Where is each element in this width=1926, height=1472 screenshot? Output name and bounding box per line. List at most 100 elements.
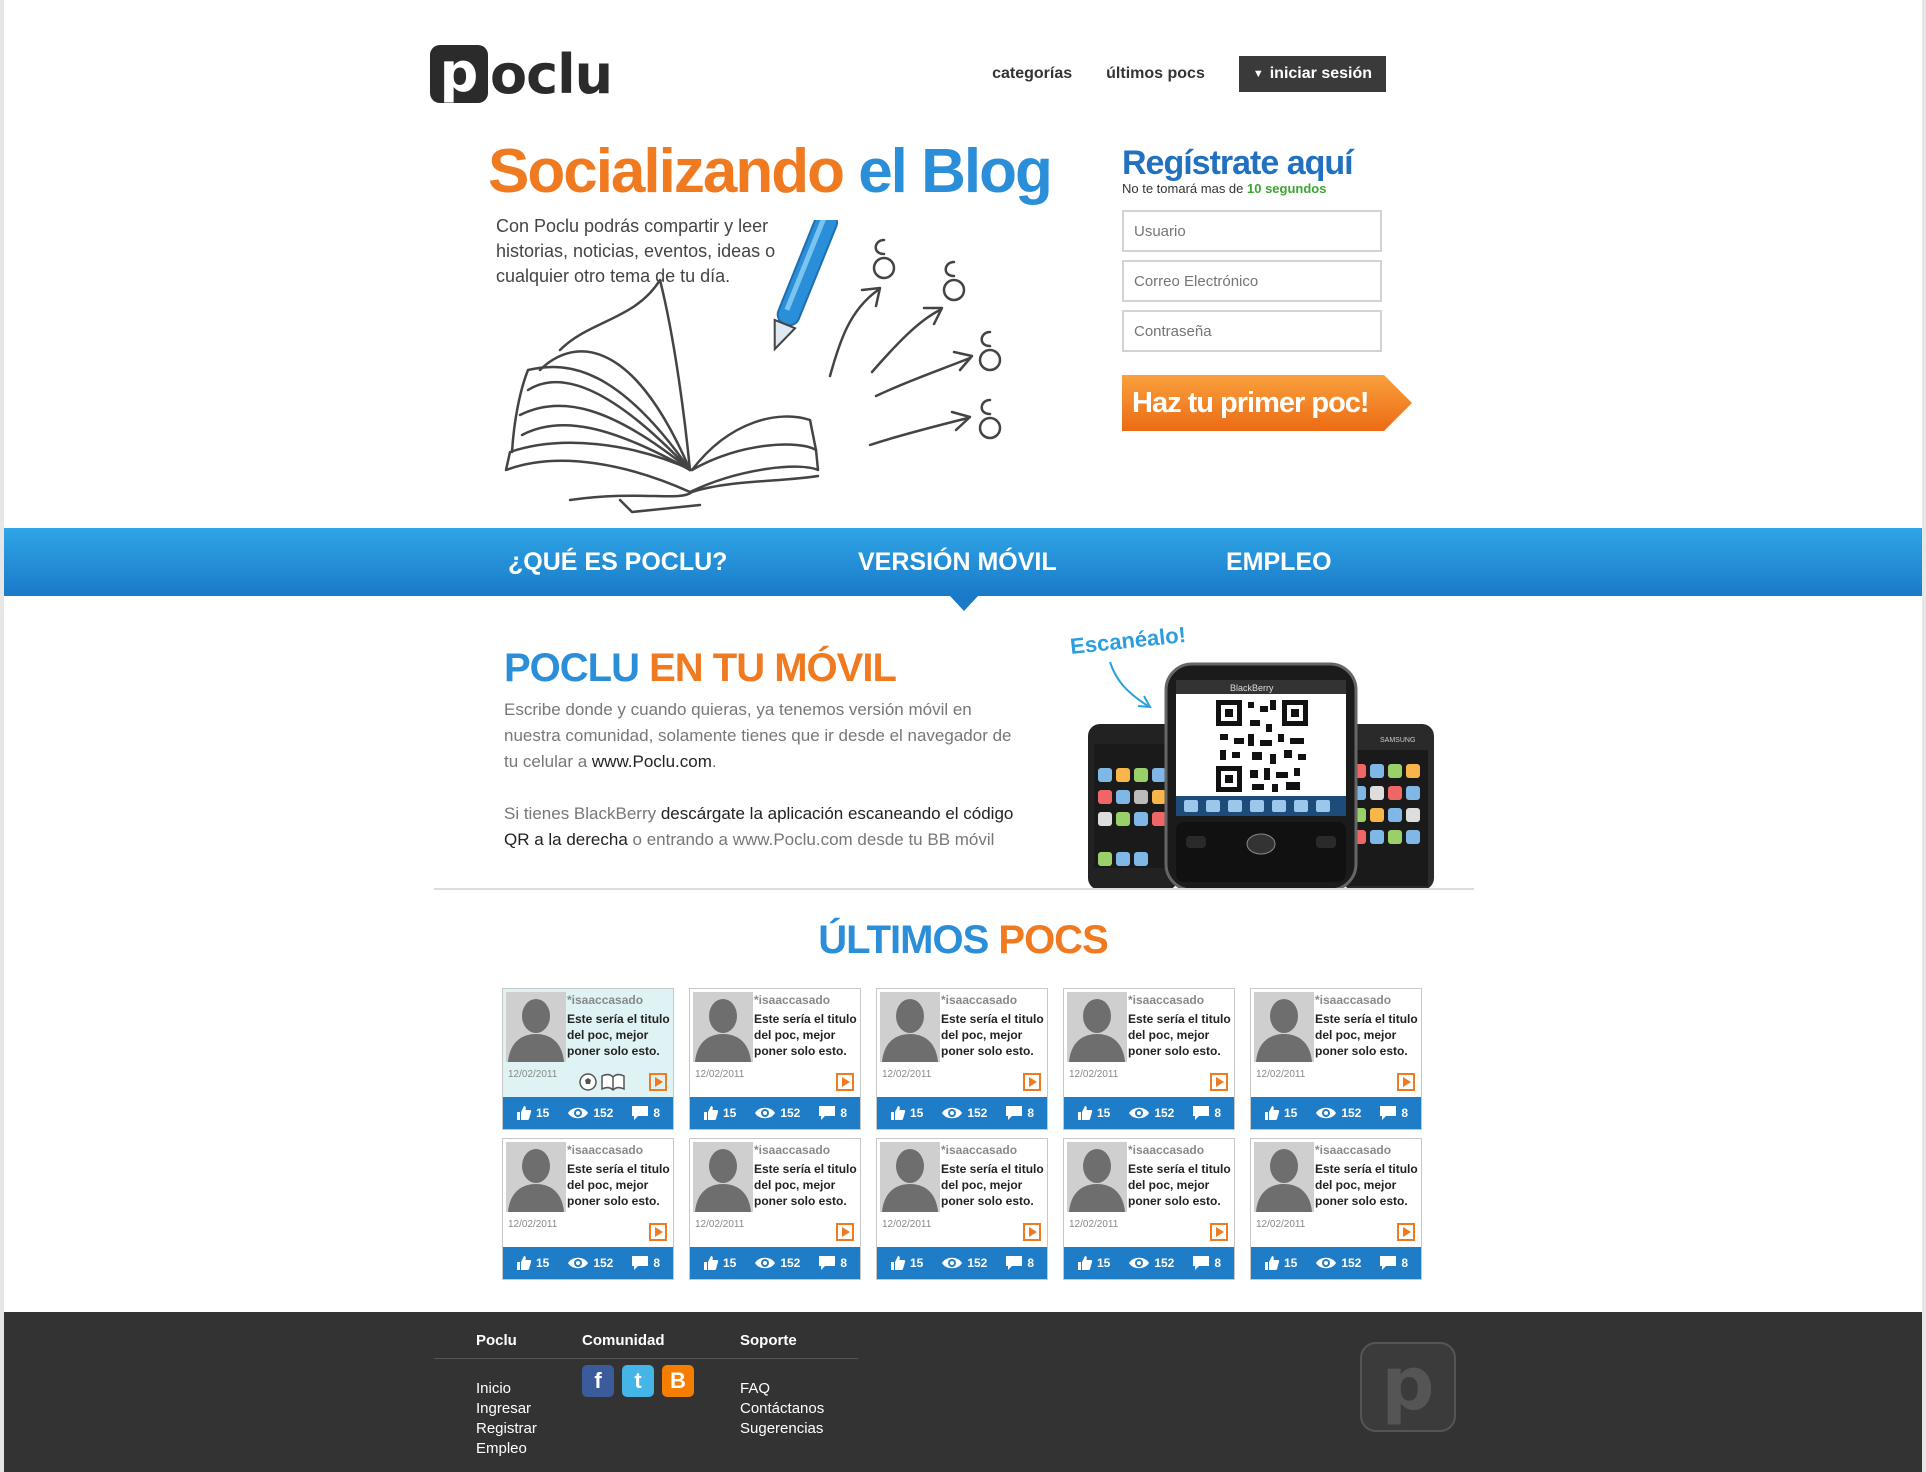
footer-logo[interactable]: p <box>1360 1342 1456 1432</box>
comments-stat[interactable]: 8 <box>1379 1255 1408 1271</box>
play-icon[interactable] <box>1023 1223 1041 1241</box>
poc-card[interactable]: *isaaccasado Este sería el titulo del po… <box>1250 1138 1422 1280</box>
poc-title[interactable]: Este sería el titulo del poc, mejor pone… <box>567 1011 671 1059</box>
tab-que-es-poclu[interactable]: ¿QUÉ ES POCLU? <box>508 548 727 577</box>
footer-link-sugerencias[interactable]: Sugerencias <box>740 1419 824 1439</box>
twitter-icon[interactable]: t <box>622 1365 654 1397</box>
poc-user[interactable]: *isaaccasado <box>567 1143 643 1157</box>
poc-user[interactable]: *isaaccasado <box>941 993 1017 1007</box>
poc-title[interactable]: Este sería el titulo del poc, mejor pone… <box>1128 1011 1232 1059</box>
poc-user[interactable]: *isaaccasado <box>754 1143 830 1157</box>
blogger-icon[interactable]: B <box>662 1365 694 1397</box>
nav-ultimos-pocs[interactable]: últimos pocs <box>1106 65 1205 83</box>
play-icon[interactable] <box>836 1223 854 1241</box>
poc-stats-bar: 15 152 8 <box>1064 1097 1234 1129</box>
poc-title[interactable]: Este sería el titulo del poc, mejor pone… <box>567 1161 671 1209</box>
eye-icon <box>1316 1257 1337 1269</box>
likes-stat[interactable]: 15 <box>890 1105 923 1121</box>
footer-link-inicio[interactable]: Inicio <box>476 1379 537 1399</box>
poc-title[interactable]: Este sería el titulo del poc, mejor pone… <box>1315 1161 1419 1209</box>
comments-stat[interactable]: 8 <box>631 1255 660 1271</box>
poc-user[interactable]: *isaaccasado <box>1315 1143 1391 1157</box>
comments-stat[interactable]: 8 <box>1005 1105 1034 1121</box>
poc-title[interactable]: Este sería el titulo del poc, mejor pone… <box>1128 1161 1232 1209</box>
poc-card[interactable]: *isaaccasado Este sería el titulo del po… <box>1063 988 1235 1130</box>
poc-card[interactable]: *isaaccasado Este sería el titulo del po… <box>876 1138 1048 1280</box>
play-icon[interactable] <box>1023 1073 1041 1091</box>
poc-card[interactable]: *isaaccasado Este sería el titulo del po… <box>876 988 1048 1130</box>
likes-stat[interactable]: 15 <box>890 1255 923 1271</box>
play-icon[interactable] <box>649 1073 667 1091</box>
likes-stat[interactable]: 15 <box>516 1255 549 1271</box>
likes-stat[interactable]: 15 <box>1077 1255 1110 1271</box>
footer-link-faq[interactable]: FAQ <box>740 1379 824 1399</box>
poc-user[interactable]: *isaaccasado <box>1128 993 1204 1007</box>
play-icon[interactable] <box>649 1223 667 1241</box>
likes-stat[interactable]: 15 <box>1264 1255 1297 1271</box>
nav-categorias[interactable]: categorías <box>992 65 1072 83</box>
views-stat: 152 <box>567 1106 613 1120</box>
poc-title[interactable]: Este sería el titulo del poc, mejor pone… <box>754 1161 858 1209</box>
login-button[interactable]: ▼ iniciar sesión <box>1238 56 1386 92</box>
poclu-logo[interactable]: p oclu <box>430 42 613 106</box>
poc-card-body: *isaaccasado Este sería el titulo del po… <box>1064 1139 1234 1247</box>
poclu-url-link[interactable]: www.Poclu.com <box>592 752 712 771</box>
poc-user[interactable]: *isaaccasado <box>941 1143 1017 1157</box>
poc-title[interactable]: Este sería el titulo del poc, mejor pone… <box>941 1011 1045 1059</box>
poc-card[interactable]: *isaaccasado Este sería el titulo del po… <box>689 1138 861 1280</box>
likes-stat[interactable]: 15 <box>703 1105 736 1121</box>
footer-link-ingresar[interactable]: Ingresar <box>476 1399 537 1419</box>
username-field[interactable] <box>1122 210 1382 252</box>
user-silhouette-icon <box>880 1142 940 1212</box>
poc-card[interactable]: *isaaccasado Este sería el titulo del po… <box>689 988 861 1130</box>
p1-end: . <box>711 752 717 771</box>
footer-link-empleo[interactable]: Empleo <box>476 1439 537 1459</box>
comments-stat[interactable]: 8 <box>1192 1105 1221 1121</box>
comments-stat[interactable]: 8 <box>818 1105 847 1121</box>
poc-title[interactable]: Este sería el titulo del poc, mejor pone… <box>1315 1011 1419 1059</box>
play-icon[interactable] <box>1210 1223 1228 1241</box>
views-stat: 152 <box>1128 1106 1174 1120</box>
play-icon[interactable] <box>836 1073 854 1091</box>
likes-stat[interactable]: 15 <box>703 1255 736 1271</box>
play-icon[interactable] <box>1397 1223 1415 1241</box>
poc-stats-bar: 15 152 8 <box>690 1247 860 1279</box>
eye-icon <box>755 1257 776 1269</box>
views-count: 152 <box>780 1106 801 1120</box>
comments-stat[interactable]: 8 <box>631 1105 660 1121</box>
poc-user[interactable]: *isaaccasado <box>1315 993 1391 1007</box>
eye-icon <box>1129 1107 1150 1119</box>
poc-user[interactable]: *isaaccasado <box>754 993 830 1007</box>
first-poc-button[interactable]: Haz tu primer poc! <box>1122 375 1412 431</box>
latest-title-part2: POCS <box>998 918 1108 962</box>
user-silhouette-icon <box>506 1142 566 1212</box>
email-field[interactable] <box>1122 260 1382 302</box>
password-field[interactable] <box>1122 310 1382 352</box>
phones-illustration: SAMSUNG BlackBerry <box>1088 661 1434 890</box>
likes-stat[interactable]: 15 <box>1077 1105 1110 1121</box>
comment-icon <box>632 1106 649 1120</box>
likes-stat[interactable]: 15 <box>1264 1105 1297 1121</box>
poc-card-body: *isaaccasado Este sería el titulo del po… <box>1064 989 1234 1097</box>
comments-stat[interactable]: 8 <box>818 1255 847 1271</box>
poc-card[interactable]: *isaaccasado Este sería el titulo del po… <box>1250 988 1422 1130</box>
play-icon[interactable] <box>1397 1073 1415 1091</box>
poc-card[interactable]: *isaaccasado Este sería el titulo del po… <box>502 1138 674 1280</box>
play-icon[interactable] <box>1210 1073 1228 1091</box>
footer-link-registrar[interactable]: Registrar <box>476 1419 537 1439</box>
poc-card[interactable]: *isaaccasado Este sería el titulo del po… <box>502 988 674 1130</box>
comments-stat[interactable]: 8 <box>1192 1255 1221 1271</box>
poc-user[interactable]: *isaaccasado <box>567 993 643 1007</box>
comments-stat[interactable]: 8 <box>1005 1255 1034 1271</box>
poc-title[interactable]: Este sería el titulo del poc, mejor pone… <box>754 1011 858 1059</box>
tab-version-movil[interactable]: VERSIÓN MÓVIL <box>858 548 1057 577</box>
footer-link-contactanos[interactable]: Contáctanos <box>740 1399 824 1419</box>
poc-title[interactable]: Este sería el titulo del poc, mejor pone… <box>941 1161 1045 1209</box>
tab-empleo[interactable]: EMPLEO <box>1226 548 1332 577</box>
likes-stat[interactable]: 15 <box>516 1105 549 1121</box>
facebook-icon[interactable]: f <box>582 1365 614 1397</box>
poc-user[interactable]: *isaaccasado <box>1128 1143 1204 1157</box>
poc-card[interactable]: *isaaccasado Este sería el titulo del po… <box>1063 1138 1235 1280</box>
logo-text: oclu <box>490 42 613 106</box>
comments-stat[interactable]: 8 <box>1379 1105 1408 1121</box>
